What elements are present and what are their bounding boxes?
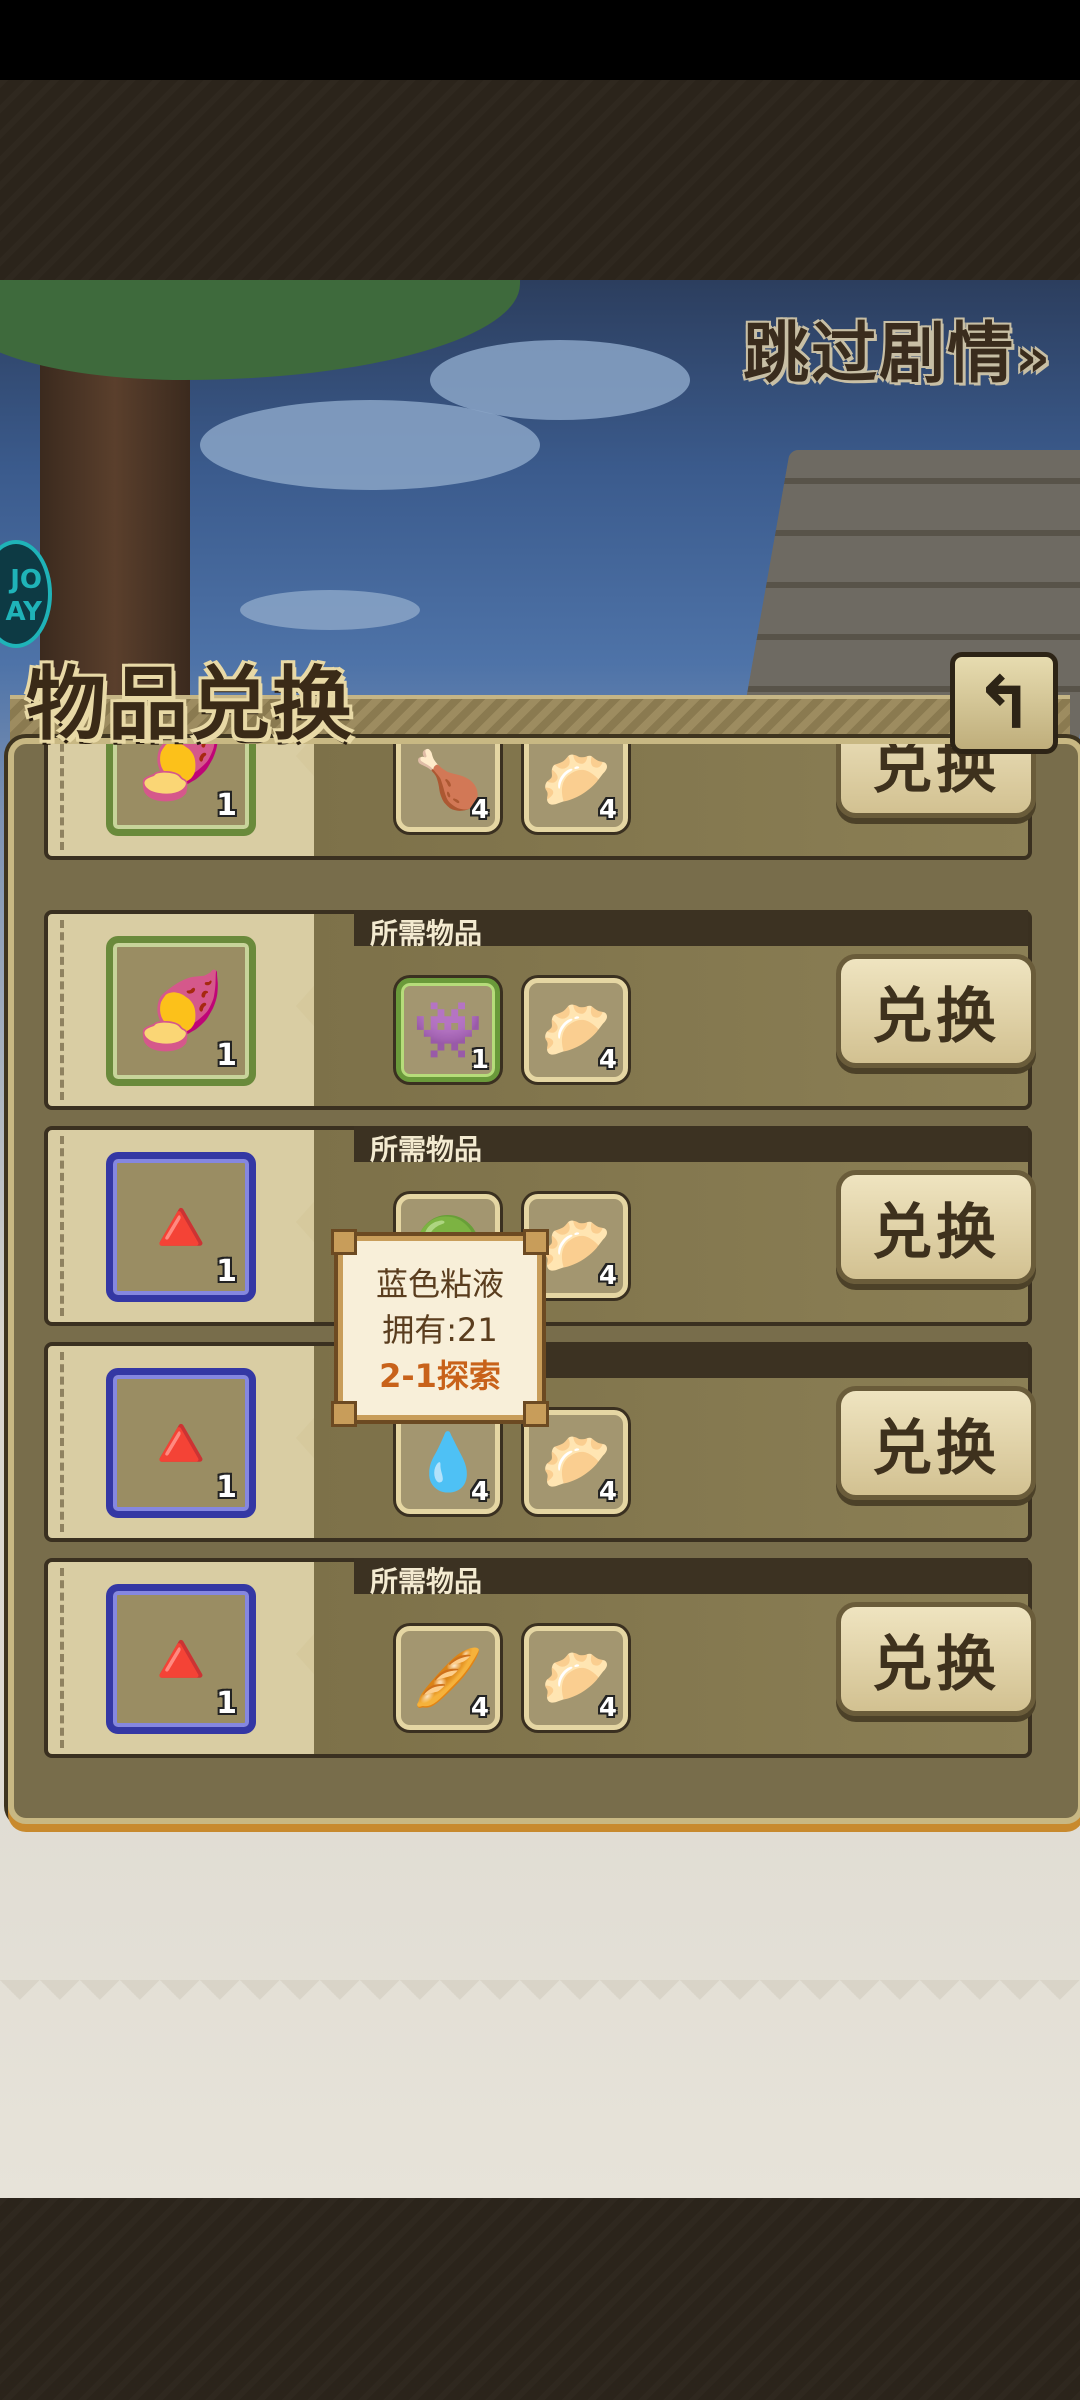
required-cell: 🍗 4 🥟 4 兑换	[314, 744, 1036, 860]
required-count: 4	[598, 1261, 617, 1291]
required-item-slot[interactable]: 🍗 4	[396, 744, 500, 832]
back-button[interactable]: ↰	[950, 652, 1058, 754]
exchange-list[interactable]: 🍠 1 🍗 4 🥟 4 兑换 🍠 1 所需物品 👾 1 🥟 4 兑换 🔺 1 所…	[14, 744, 1078, 1818]
green-crystal-icon: 🔺	[134, 1183, 228, 1270]
sweet-potato-icon: 🍠	[134, 967, 228, 1054]
required-item-slot[interactable]: 👾 1	[396, 978, 500, 1082]
required-item-slot[interactable]: 💧 4	[396, 1410, 500, 1514]
exchange-row: 🔺 1 所需物品 🥖 4 🥟 4 兑换	[44, 1558, 1036, 1758]
reward-item-slot[interactable]: 🔺 1	[106, 1584, 256, 1734]
dashed-divider	[60, 1352, 64, 1532]
status-bar	[0, 0, 1080, 80]
required-cell: 所需物品 👾 1 🥟 4 兑换	[314, 910, 1036, 1110]
item-tooltip: 蓝色粘液 拥有:21 2-1探索	[331, 1229, 549, 1427]
scene-zigzag-divider	[0, 1980, 1080, 2020]
exchange-button[interactable]: 兑换	[836, 1602, 1036, 1716]
green-crystal-icon: 🔺	[134, 1399, 228, 1486]
reward-cell: 🔺 1	[44, 1342, 322, 1542]
dashed-divider	[60, 1568, 64, 1748]
required-cell: 所需物品 🥖 4 🥟 4 兑换	[314, 1558, 1036, 1758]
required-count: 4	[470, 1477, 489, 1507]
double-chevron-icon: »	[1015, 326, 1052, 389]
tooltip-corner	[523, 1401, 549, 1427]
skip-story-button[interactable]: 跳过剧情»	[743, 300, 1052, 396]
cloud	[240, 590, 420, 630]
dashed-divider	[60, 920, 64, 1100]
skip-story-label: 跳过剧情	[743, 315, 1016, 392]
exchange-button[interactable]: 兑换	[836, 954, 1036, 1068]
top-frame	[0, 80, 1080, 280]
reward-count: 1	[216, 788, 237, 823]
reward-cell: 🔺 1	[44, 1558, 322, 1758]
required-count: 4	[598, 795, 617, 825]
cloud	[430, 340, 690, 420]
tooltip-item-name: 蓝色粘液	[375, 1265, 504, 1303]
required-count: 4	[598, 1045, 617, 1075]
required-count: 4	[598, 1693, 617, 1723]
exchange-row: 🍠 1 所需物品 👾 1 🥟 4 兑换	[44, 910, 1036, 1110]
required-item-slot[interactable]: 🥟 4	[524, 978, 628, 1082]
required-item-slot[interactable]: 🥟 4	[524, 744, 628, 832]
required-items-label: 所需物品	[370, 1565, 483, 1598]
required-items-label: 所需物品	[370, 1133, 483, 1166]
tooltip-corner	[523, 1229, 549, 1255]
reward-count: 1	[216, 1254, 237, 1289]
reward-item-slot[interactable]: 🍠 1	[106, 936, 256, 1086]
panel-title: 物品兑换	[26, 658, 354, 751]
required-items-label: 所需物品	[370, 917, 483, 950]
required-count: 4	[470, 795, 489, 825]
reward-cell: 🔺 1	[44, 1126, 322, 1326]
required-count: 1	[470, 1045, 489, 1075]
exchange-button[interactable]: 兑换	[836, 1386, 1036, 1500]
reward-cell: 🍠 1	[44, 744, 322, 860]
required-count: 4	[470, 1693, 489, 1723]
reward-item-slot[interactable]: 🔺 1	[106, 1368, 256, 1518]
green-crystal-icon: 🔺	[134, 1615, 228, 1702]
required-item-slot[interactable]: 🥖 4	[396, 1626, 500, 1730]
reward-cell: 🍠 1	[44, 910, 322, 1110]
reward-count: 1	[216, 1686, 237, 1721]
required-item-slot[interactable]: 🥟 4	[524, 1626, 628, 1730]
required-count: 4	[598, 1477, 617, 1507]
reward-item-slot[interactable]: 🔺 1	[106, 1152, 256, 1302]
exchange-row: 🍠 1 🍗 4 🥟 4 兑换	[44, 744, 1036, 860]
bottom-frame	[0, 2198, 1080, 2400]
tooltip-source: 2-1探索	[379, 1357, 501, 1395]
tooltip-corner	[331, 1229, 357, 1255]
dashed-divider	[60, 1136, 64, 1316]
tooltip-owned-count: 拥有:21	[382, 1311, 498, 1349]
exchange-panel: 🍠 1 🍗 4 🥟 4 兑换 🍠 1 所需物品 👾 1 🥟 4 兑换 🔺 1 所…	[8, 738, 1080, 1824]
back-arrow-icon: ↰	[973, 661, 1035, 745]
exchange-button[interactable]: 兑换	[836, 1170, 1036, 1284]
reward-count: 1	[216, 1038, 237, 1073]
tooltip-corner	[331, 1401, 357, 1427]
reward-count: 1	[216, 1470, 237, 1505]
